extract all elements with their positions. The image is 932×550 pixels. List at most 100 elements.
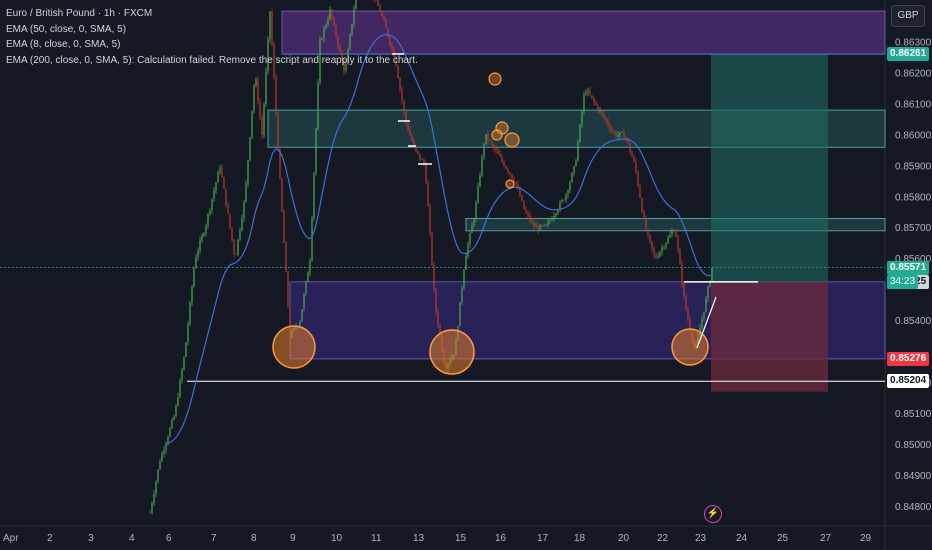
candle-body [661,247,663,252]
candle-body [635,161,637,172]
candle-body [465,256,467,271]
candle-body [483,143,485,157]
candle-body [251,111,253,138]
candle-body [243,201,245,219]
candle-body [651,240,653,249]
candle-body [217,171,219,183]
x-tick-label: 20 [618,533,630,544]
x-tick-label: 25 [777,533,789,544]
candle-body [233,240,235,254]
candle-body [241,218,243,230]
candle-body [561,199,563,203]
price-tag: 0.85571 [887,260,930,275]
candle-body [645,218,647,231]
candle-body [705,298,707,313]
price-tag: 0.85204 [887,374,930,389]
indicator-ema-200[interactable]: EMA (200, close, 0, SMA, 5): Calculation… [6,53,418,69]
marker-circle [505,179,515,189]
candle-body [495,148,497,151]
swing-low-marker [429,329,475,375]
candle-body [555,213,557,216]
y-tick-label: 0.86000 [895,130,932,141]
candle-body [197,250,199,258]
candle-body [459,302,461,327]
candle-body [685,295,687,310]
candle-body [533,221,535,227]
candle-body [175,405,177,417]
price-chart[interactable]: 0.863000.862000.861000.860000.859000.858… [0,0,932,550]
candle-body [421,159,423,161]
candle-body [285,243,287,272]
candle-body [703,312,705,320]
candle-body [711,267,713,281]
candle-body [593,97,595,102]
candle-body [305,281,307,295]
candle-body [641,198,643,212]
candle-body [153,493,155,504]
candle-body [539,225,541,230]
candle-body [155,481,157,494]
candle-body [527,213,529,216]
candle-body [581,111,583,125]
price-tag: 0.85276 [887,351,930,366]
candle-body [287,271,289,306]
candle-body [205,225,207,234]
candle-body [563,199,565,201]
y-tick-label: 0.85800 [895,192,932,203]
stop-zone [711,281,828,392]
candle-body [151,503,153,513]
price-tag: 0.86261 [887,47,930,62]
indicator-ema-8[interactable]: EMA (8, close, 0, SMA, 5) [6,37,418,53]
candle-body [437,311,439,326]
candle-body [281,178,283,212]
candle-body [403,101,405,113]
candle-body [567,190,569,195]
candle-body [261,117,263,136]
candle-body [461,288,463,303]
candle-body [215,182,217,191]
candle-body [211,199,213,210]
candle-body [673,231,675,233]
candle-body [411,135,413,142]
candle-body [605,117,607,121]
candle-body [657,256,659,258]
candle-body [631,151,633,157]
x-tick-label: 8 [251,533,257,544]
x-tick-label: 15 [455,533,467,544]
candle-body [587,90,589,93]
x-tick-label: 6 [166,533,172,544]
candle-body [229,213,231,228]
symbol-title[interactable]: Euro / British Pound · 1h · FXCM [6,6,418,22]
candle-body [221,167,223,178]
candle-body [199,240,201,251]
candle-body [659,251,661,257]
candle-body [601,110,603,114]
candle-body [655,254,657,258]
candle-body [193,268,195,287]
candle-body [671,231,673,235]
candle-body [163,449,165,454]
candle-body [317,83,319,129]
indicator-ema-50[interactable]: EMA (50, close, 0, SMA, 5) [6,22,418,38]
candle-body [559,202,561,210]
candle-body [493,144,495,149]
currency-button[interactable]: GBP [891,5,925,27]
candle-body [511,174,513,179]
x-tick-label: 16 [495,533,507,544]
lightning-icon[interactable]: ⚡ [704,505,722,523]
candle-body [237,239,239,255]
y-tick-label: 0.85100 [895,409,932,420]
candle-body [639,185,641,199]
x-tick-label: 7 [211,533,217,544]
candle-body [523,200,525,210]
marker-circle [491,129,503,141]
candle-body [503,161,505,167]
candle-body [509,172,511,175]
y-tick-label: 0.85000 [895,440,932,451]
candle-body [471,225,473,233]
target-zone [711,54,828,282]
chart-legend: Euro / British Pound · 1h · FXCM EMA (50… [6,6,418,68]
x-tick-label: 24 [736,533,748,544]
candle-body [545,224,547,226]
x-tick-label: 13 [413,533,425,544]
